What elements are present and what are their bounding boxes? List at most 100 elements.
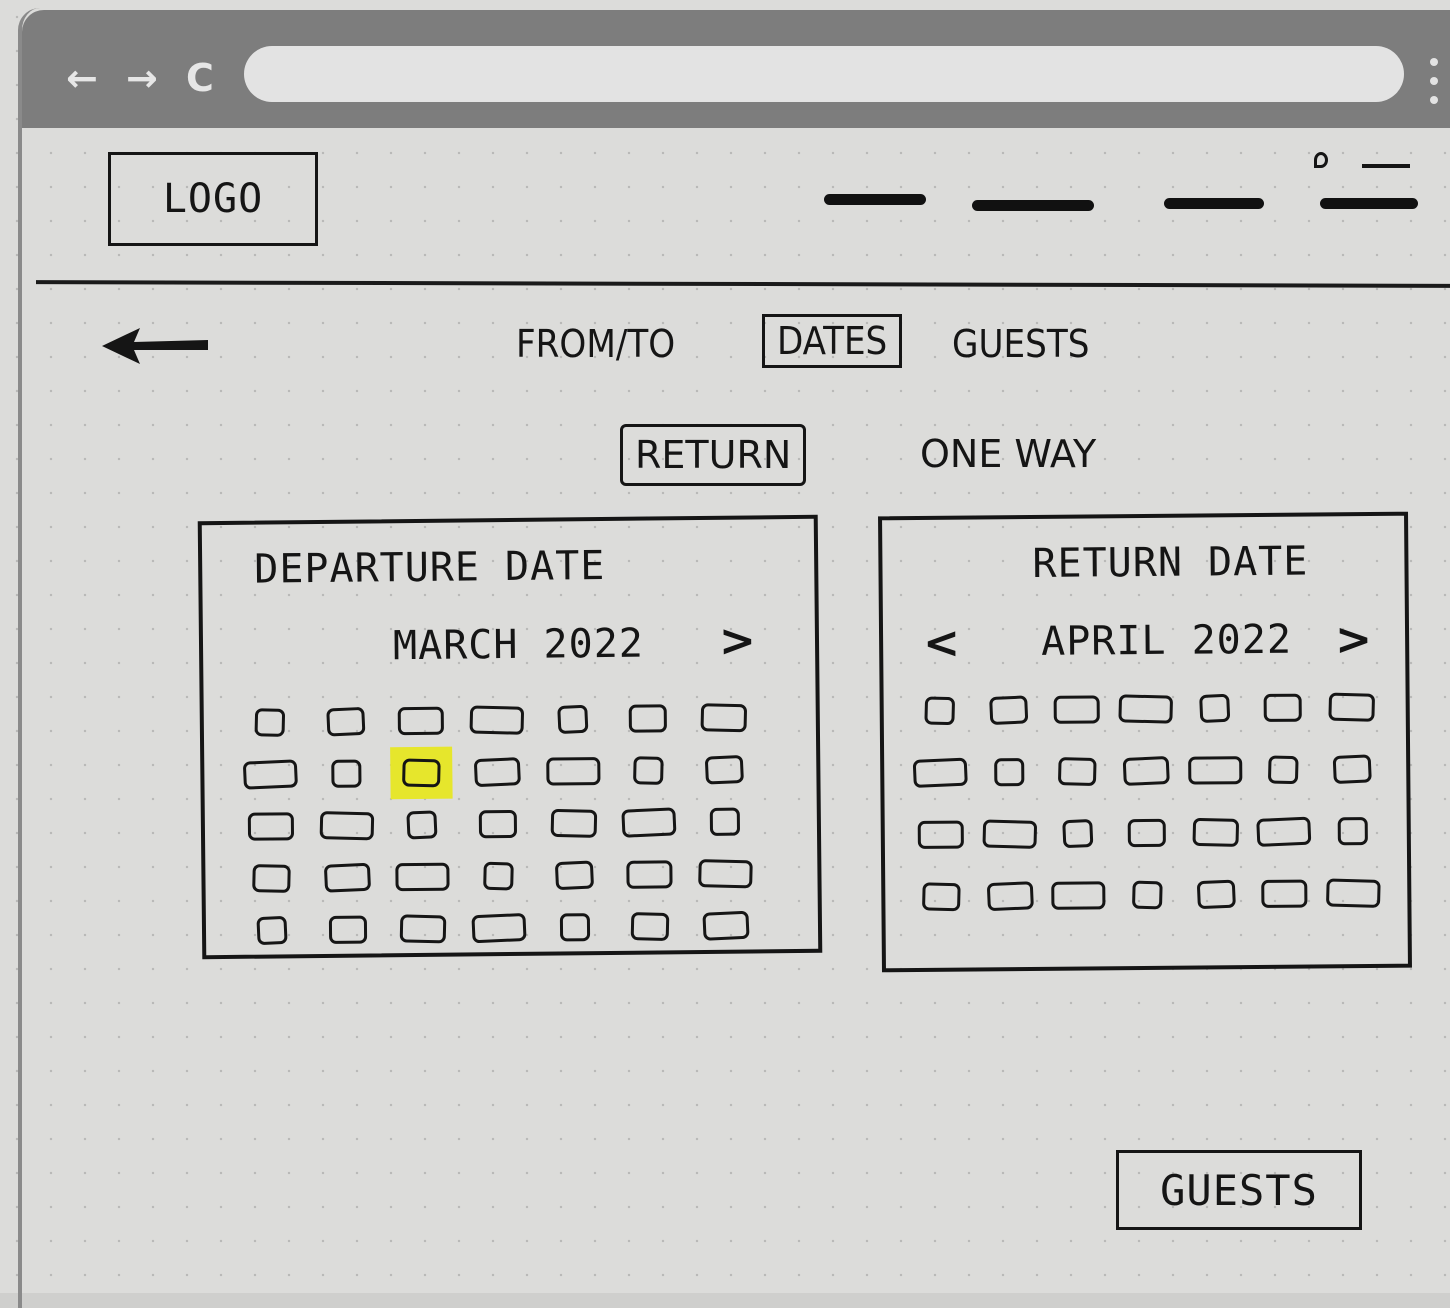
return-day-cell[interactable] [907, 865, 976, 928]
departure-day-cell[interactable] [611, 744, 687, 797]
departure-day-cell[interactable] [610, 692, 686, 745]
departure-day-cell[interactable] [535, 745, 611, 798]
return-day-cell[interactable] [1250, 862, 1319, 925]
day-box-icon [242, 759, 298, 790]
return-next-icon[interactable]: > [1335, 614, 1372, 665]
departure-day-cell[interactable] [307, 695, 383, 748]
day-box-icon [700, 703, 748, 733]
return-day-cell[interactable] [1181, 801, 1250, 864]
day-box-icon [621, 807, 677, 838]
return-day-cell[interactable] [1249, 800, 1318, 863]
day-box-icon [1261, 879, 1308, 908]
return-day-cell[interactable] [976, 865, 1045, 928]
departure-day-cell[interactable] [688, 899, 764, 952]
return-day-cell[interactable] [1043, 678, 1112, 741]
departure-next-icon[interactable]: > [719, 615, 756, 666]
departure-day-cell[interactable] [687, 847, 763, 900]
departure-day-cell[interactable] [535, 797, 611, 850]
step-dates[interactable]: DATES [762, 314, 903, 368]
departure-day-cell[interactable] [384, 799, 460, 852]
departure-day-cell[interactable] [232, 696, 308, 749]
departure-day-cell[interactable] [233, 852, 309, 905]
return-day-cell[interactable] [1044, 802, 1113, 865]
departure-day-cell[interactable] [460, 798, 536, 851]
departure-day-cell[interactable] [233, 800, 309, 853]
return-title: RETURN DATE [1032, 538, 1309, 587]
return-day-cell[interactable] [1112, 802, 1181, 865]
return-day-cell[interactable] [1181, 863, 1250, 926]
day-box-icon [1337, 817, 1368, 846]
profile-icon[interactable] [1314, 152, 1328, 168]
return-day-cell[interactable] [1318, 800, 1387, 863]
return-day-cell[interactable] [1249, 738, 1318, 801]
day-box-icon [556, 704, 589, 735]
day-box-icon [986, 881, 1034, 912]
departure-day-cell[interactable] [611, 796, 687, 849]
departure-day-cell[interactable] [461, 902, 537, 955]
departure-day-cell[interactable] [536, 849, 612, 902]
return-month: APRIL 2022 [1040, 616, 1293, 665]
day-box-icon [912, 757, 969, 788]
back-arrow-icon[interactable] [100, 320, 210, 370]
nav-link-1[interactable] [824, 194, 926, 205]
step-guests[interactable]: GUESTS [952, 322, 1089, 366]
return-prev-icon[interactable]: < [923, 618, 960, 669]
departure-day-cell-selected[interactable] [390, 746, 453, 800]
nav-link-2[interactable] [972, 200, 1094, 211]
logo[interactable]: LOGO [108, 152, 318, 246]
return-day-cell[interactable] [1044, 864, 1113, 927]
return-toggle[interactable]: RETURN [620, 424, 807, 486]
return-day-cell[interactable] [906, 741, 975, 804]
departure-day-cell[interactable] [309, 903, 385, 956]
menu-dash-icon [1362, 164, 1410, 168]
day-box-icon [988, 695, 1029, 726]
departure-day-cell[interactable] [383, 695, 459, 748]
nav-link-4[interactable] [1320, 198, 1418, 209]
return-day-cell[interactable] [1318, 862, 1387, 925]
day-box-icon [559, 913, 590, 942]
departure-day-cell[interactable] [309, 851, 385, 904]
return-day-cell[interactable] [1112, 740, 1181, 803]
day-box-icon [698, 859, 753, 889]
departure-day-cell[interactable] [385, 851, 461, 904]
departure-day-cell[interactable] [612, 848, 688, 901]
departure-day-cell[interactable] [234, 904, 310, 957]
return-day-cell[interactable] [905, 679, 974, 742]
departure-day-cell[interactable] [232, 748, 308, 801]
return-day-cell[interactable] [1113, 864, 1182, 927]
departure-day-cell[interactable] [459, 694, 535, 747]
day-box-icon [1198, 693, 1230, 724]
departure-day-cell[interactable] [534, 693, 610, 746]
step-from-to[interactable]: FROM/TO [516, 322, 675, 366]
departure-day-cell[interactable] [308, 747, 384, 800]
departure-day-cell[interactable] [385, 903, 461, 956]
departure-day-cell[interactable] [686, 691, 762, 744]
return-day-cell[interactable] [975, 741, 1044, 804]
departure-day-cell[interactable] [537, 901, 613, 954]
guests-button[interactable]: GUESTS [1116, 1150, 1362, 1230]
return-day-cell[interactable] [907, 803, 976, 866]
day-box-icon [1062, 818, 1094, 849]
return-day-cell[interactable] [975, 803, 1044, 866]
return-day-cell[interactable] [974, 679, 1043, 742]
return-day-cell[interactable] [1180, 677, 1249, 740]
departure-day-cell[interactable] [460, 850, 536, 903]
one-way-toggle[interactable]: ONE WAY [920, 432, 1096, 476]
return-day-grid [905, 676, 1387, 928]
day-box-icon [471, 912, 527, 944]
departure-day-cell[interactable] [459, 746, 535, 799]
return-day-cell[interactable] [1248, 676, 1317, 739]
return-day-cell[interactable] [1180, 739, 1249, 802]
departure-day-cell[interactable] [686, 743, 762, 796]
departure-day-cell[interactable] [308, 799, 384, 852]
return-day-cell[interactable] [1043, 740, 1112, 803]
return-day-cell[interactable] [1111, 678, 1180, 741]
departure-day-cell[interactable] [687, 795, 763, 848]
return-day-cell[interactable] [1317, 738, 1386, 801]
departure-day-cell[interactable] [612, 900, 688, 953]
day-box-icon [256, 915, 288, 946]
nav-link-3[interactable] [1164, 198, 1264, 209]
departure-day-grid [232, 691, 765, 957]
day-box-icon [319, 811, 374, 841]
return-day-cell[interactable] [1317, 676, 1386, 739]
